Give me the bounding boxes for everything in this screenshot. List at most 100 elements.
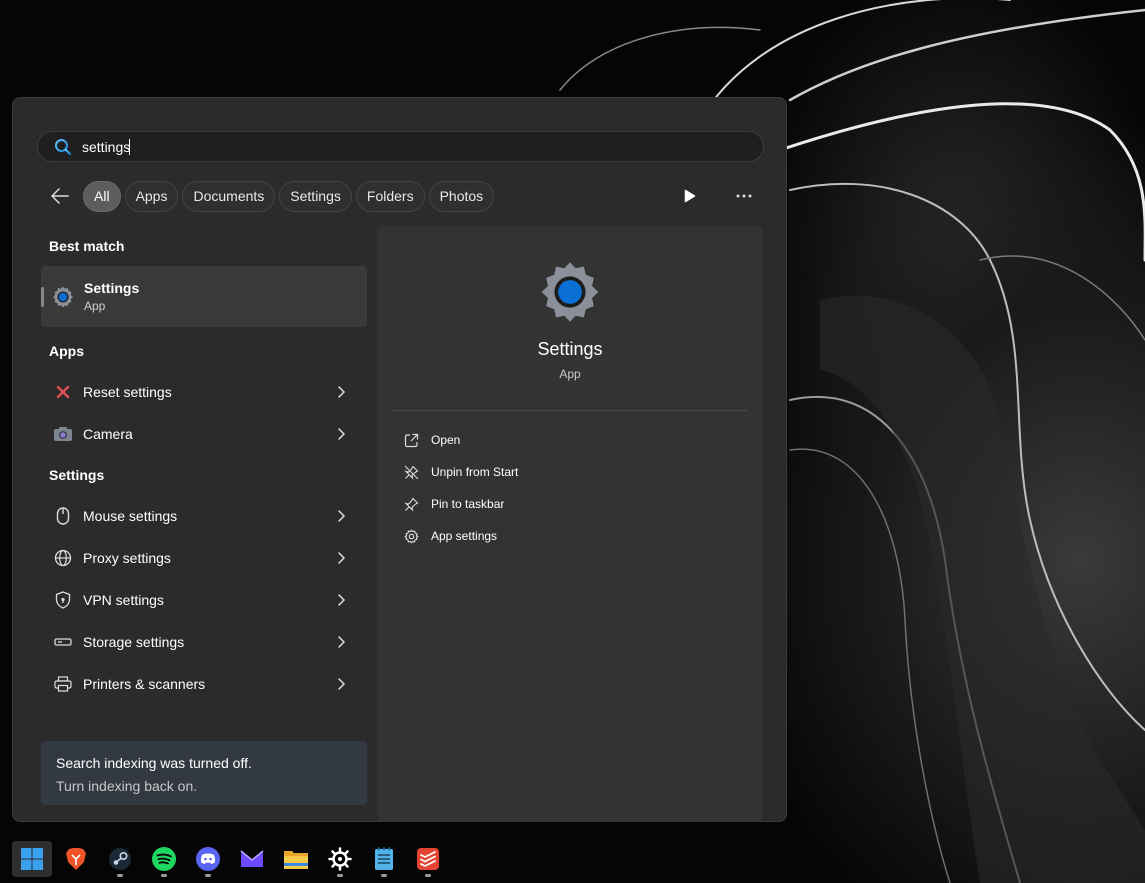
running-indicator: [381, 874, 387, 877]
back-arrow-icon: [51, 188, 69, 204]
chevron-right-icon[interactable]: [333, 508, 349, 524]
mouse-icon: [53, 506, 73, 526]
play-more-filters-button[interactable]: [672, 184, 708, 208]
action-label: Pin to taskbar: [431, 497, 505, 511]
taskbar-file-explorer[interactable]: [276, 841, 316, 877]
printer-icon: [53, 674, 73, 694]
result-detail-pane: Settings App Open Unpin from Start Pin t: [377, 226, 763, 822]
red-x-icon: [53, 382, 73, 402]
notepad-icon: [375, 847, 393, 870]
storage-icon: [53, 632, 73, 652]
taskbar-steelseries[interactable]: [320, 841, 360, 877]
steelseries-icon: [328, 847, 352, 871]
result-label: Proxy settings: [83, 550, 171, 566]
unpin-icon: [403, 464, 419, 480]
taskbar-brave[interactable]: [56, 841, 96, 877]
best-match-type: App: [84, 299, 106, 313]
best-match-settings-app[interactable]: Settings App: [41, 266, 367, 327]
best-match-name: Settings: [84, 280, 140, 296]
chevron-right-icon[interactable]: [333, 550, 349, 566]
filter-bar-actions: [654, 184, 762, 208]
chevron-right-icon[interactable]: [333, 634, 349, 650]
result-printers-scanners[interactable]: Printers & scanners: [41, 663, 367, 705]
detail-app-type: App: [559, 367, 581, 381]
more-options-button[interactable]: [726, 184, 762, 208]
action-pin-to-taskbar[interactable]: Pin to taskbar: [403, 488, 518, 520]
filter-chip-all[interactable]: All: [83, 180, 121, 212]
action-label: Unpin from Start: [431, 465, 519, 479]
back-button[interactable]: [43, 180, 77, 212]
result-mouse-settings[interactable]: Mouse settings: [41, 495, 367, 537]
pin-icon: [403, 496, 419, 512]
result-label: VPN settings: [83, 592, 164, 608]
filter-chip-apps[interactable]: Apps: [124, 180, 179, 212]
action-open[interactable]: Open: [403, 424, 518, 456]
search-icon: [55, 138, 72, 155]
shield-icon: [53, 590, 73, 610]
filter-chip-documents[interactable]: Documents: [182, 180, 276, 212]
camera-icon: [53, 424, 73, 444]
chevron-right-icon[interactable]: [333, 384, 349, 400]
taskbar: [0, 833, 1145, 883]
search-input[interactable]: [82, 138, 130, 155]
running-indicator: [425, 874, 431, 877]
running-indicator: [117, 874, 123, 877]
start-search-panel: All Apps Documents Settings Folders Phot…: [12, 97, 787, 822]
steam-icon: [109, 848, 131, 870]
search-filter-bar: All Apps Documents Settings Folders Phot…: [43, 180, 498, 212]
action-unpin-from-start[interactable]: Unpin from Start: [403, 456, 518, 488]
spotify-icon: [152, 847, 176, 871]
settings-gear-icon: [53, 286, 73, 307]
settings-heading: Settings: [49, 467, 105, 483]
result-reset-settings[interactable]: Reset settings: [41, 371, 367, 413]
search-bar[interactable]: [37, 131, 764, 162]
filter-chip-folders[interactable]: Folders: [355, 180, 425, 212]
result-label: Mouse settings: [83, 508, 178, 524]
taskbar-discord[interactable]: [188, 841, 228, 877]
chevron-right-icon[interactable]: [333, 592, 349, 608]
start-button[interactable]: [12, 841, 52, 877]
action-app-settings[interactable]: App settings: [403, 520, 518, 552]
result-vpn-settings[interactable]: VPN settings: [41, 579, 367, 621]
result-label: Reset settings: [83, 384, 172, 400]
result-proxy-settings[interactable]: Proxy settings: [41, 537, 367, 579]
running-indicator: [205, 874, 211, 877]
globe-icon: [53, 548, 73, 568]
result-label: Printers & scanners: [83, 676, 206, 692]
search-indexing-notice[interactable]: Search indexing was turned off. Turn ind…: [41, 741, 367, 805]
result-label: Camera: [83, 426, 133, 442]
result-storage-settings[interactable]: Storage settings: [41, 621, 367, 663]
action-label: App settings: [431, 529, 498, 543]
taskbar-notepad[interactable]: [364, 841, 404, 877]
taskbar-todoist[interactable]: [408, 841, 448, 877]
chevron-right-icon[interactable]: [333, 426, 349, 442]
taskbar-spotify[interactable]: [144, 841, 184, 877]
brave-icon: [66, 848, 86, 870]
gear-icon: [403, 528, 419, 544]
turn-indexing-on-link[interactable]: Turn indexing back on.: [56, 778, 367, 794]
result-label: Storage settings: [83, 634, 185, 650]
play-icon: [684, 189, 696, 203]
taskbar-steam[interactable]: [100, 841, 140, 877]
discord-icon: [196, 847, 220, 871]
file-explorer-icon: [284, 851, 308, 869]
action-label: Open: [431, 433, 461, 447]
proton-mail-icon: [240, 850, 264, 867]
windows-start-icon: [21, 848, 43, 870]
apps-heading: Apps: [49, 343, 84, 359]
detail-actions: Open Unpin from Start Pin to taskbar App…: [403, 424, 518, 552]
detail-divider: [392, 410, 747, 411]
ellipsis-icon: [736, 194, 752, 198]
result-camera[interactable]: Camera: [41, 413, 367, 455]
best-match-heading: Best match: [49, 238, 125, 254]
indexing-off-text: Search indexing was turned off.: [56, 755, 252, 771]
chevron-right-icon[interactable]: [333, 676, 349, 692]
todoist-icon: [417, 848, 439, 870]
filter-chip-photos[interactable]: Photos: [428, 180, 495, 212]
text-caret: [129, 138, 130, 155]
taskbar-proton-mail[interactable]: [232, 841, 272, 877]
running-indicator: [161, 874, 167, 877]
filter-chip-settings[interactable]: Settings: [279, 180, 352, 212]
open-external-icon: [403, 432, 419, 448]
detail-app-name: Settings: [537, 339, 603, 359]
